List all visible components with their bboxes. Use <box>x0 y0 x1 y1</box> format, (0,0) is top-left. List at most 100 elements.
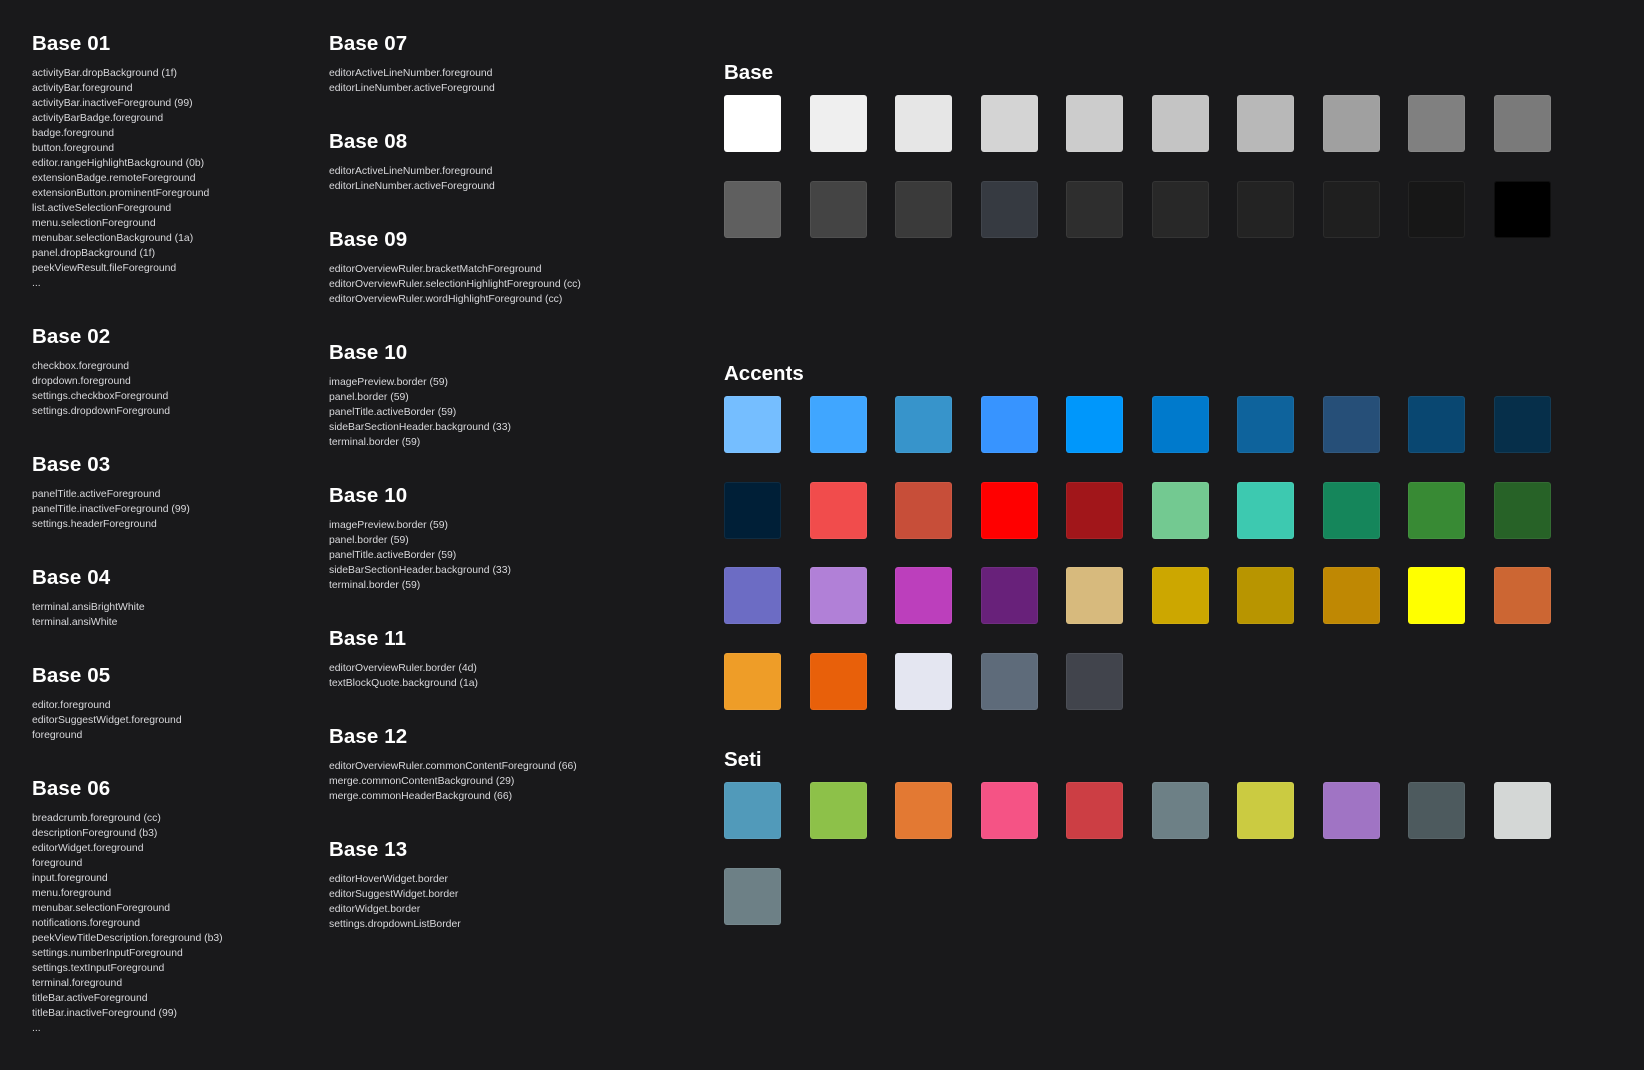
color-swatch <box>980 782 1038 839</box>
token-list: editorOverviewRuler.border (4d) textBlock… <box>329 661 478 691</box>
token-list: editorActiveLineNumber.foreground editorL… <box>329 66 495 96</box>
token-list: terminal.ansiBrightWhite terminal.ansiWhi… <box>32 600 145 630</box>
group-title: Base 13 <box>329 838 408 861</box>
token-group: Base 02 checkbox.foreground dropdown.foreg… <box>32 325 170 417</box>
token-name: panel.border (59) <box>329 392 409 403</box>
token-name: titleBar.activeForeground <box>32 993 148 1004</box>
token-name: activityBarBadge.foreground <box>32 113 164 124</box>
color-swatch <box>980 95 1038 152</box>
token-group: Base 07 editorActiveLineNumber.foreground… <box>329 32 495 94</box>
group-title: Base 07 <box>329 32 408 55</box>
token-group: Base 01 activityBar.dropBackground (1f) ac… <box>32 32 209 289</box>
token-name: button.foreground <box>32 143 115 154</box>
token-name: titleBar.inactiveForeground (99) <box>32 1008 177 1019</box>
token-group: Base 05 editor.foreground editorSuggestWid… <box>32 664 182 741</box>
token-name: activityBar.dropBackground (1f) <box>32 68 177 79</box>
token-name: extensionBadge.remoteForeground <box>32 173 196 184</box>
color-swatch <box>1151 95 1209 152</box>
token-name: imagePreview.border (59) <box>329 520 448 531</box>
token-name: extensionButton.prominentForeground <box>32 188 210 199</box>
token-list: editorOverviewRuler.bracketMatchForegrou… <box>329 262 581 307</box>
group-title: Base 12 <box>329 725 408 748</box>
color-swatch <box>1151 396 1209 453</box>
token-name: foreground <box>32 858 83 869</box>
token-name: activityBar.inactiveForeground (99) <box>32 98 193 109</box>
token-name: textBlockQuote.background (1a) <box>329 678 479 689</box>
token-name: editorOverviewRuler.commonContentForegro… <box>329 761 577 772</box>
token-name: settings.dropdownForeground <box>32 406 171 417</box>
color-swatch <box>895 567 952 624</box>
token-name: descriptionForeground (b3) <box>32 828 158 839</box>
group-title: Base 09 <box>329 228 408 251</box>
color-swatch <box>895 481 952 539</box>
color-swatch <box>1493 180 1551 238</box>
color-swatch <box>895 95 952 152</box>
group-title: Base 06 <box>32 777 111 800</box>
token-list: checkbox.foreground dropdown.foreground se… <box>32 359 170 419</box>
color-swatch <box>724 652 781 710</box>
group-title: Base 10 <box>329 341 408 364</box>
color-swatch <box>1237 481 1294 539</box>
color-swatch <box>895 396 952 453</box>
token-name: sideBarSectionHeader.background (33) <box>329 422 511 433</box>
token-name: peekViewTitleDescription.foreground (b3) <box>32 933 223 944</box>
color-swatch <box>724 396 781 453</box>
token-list: panelTitle.activeForeground panelTitle.in… <box>32 487 190 532</box>
color-swatch <box>1408 180 1465 238</box>
color-swatch <box>1151 567 1209 624</box>
token-list: editor.foreground editorSuggestWidget.for… <box>32 698 182 743</box>
token-name: editorWidget.foreground <box>32 843 144 854</box>
token-name: menu.foreground <box>32 888 112 899</box>
token-name: panelTitle.inactiveForeground (99) <box>32 504 190 515</box>
token-name: breadcrumb.foreground (cc) <box>32 813 161 824</box>
token-name: panelTitle.activeForeground <box>32 489 161 500</box>
token-name: checkbox.foreground <box>32 361 130 372</box>
token-group: Base 03 panelTitle.activeForeground panelT… <box>32 453 190 530</box>
palette-title: Seti <box>724 748 762 771</box>
token-name: terminal.border (59) <box>329 437 421 448</box>
color-swatch <box>1322 782 1380 839</box>
token-name: ... <box>32 1023 41 1034</box>
token-list: editorOverviewRuler.commonContentForegro… <box>329 759 577 804</box>
color-swatch <box>1066 396 1123 453</box>
color-swatch <box>724 867 781 925</box>
token-name: editor.rangeHighlightBackground (0b) <box>32 158 205 169</box>
token-group: Base 12 editorOverviewRuler.commonContent… <box>329 725 577 802</box>
token-name: settings.checkboxForeground <box>32 391 169 402</box>
color-swatch <box>1322 567 1380 624</box>
color-swatch <box>1237 95 1294 152</box>
token-list: editorHoverWidget.border editorSuggestWid… <box>329 872 461 932</box>
color-swatch <box>1493 481 1551 539</box>
color-swatch <box>895 180 952 238</box>
token-name: editorOverviewRuler.selectionHighlightFo… <box>329 279 581 290</box>
token-name: dropdown.foreground <box>32 376 131 387</box>
color-swatch <box>1493 396 1551 453</box>
token-name: editorActiveLineNumber.foreground <box>329 68 493 79</box>
token-name: settings.textInputForeground <box>32 963 165 974</box>
token-name: notifications.foreground <box>32 918 141 929</box>
token-name: editorSuggestWidget.border <box>329 889 459 900</box>
token-name: menubar.selectionForeground <box>32 903 171 914</box>
group-title: Base 03 <box>32 453 111 476</box>
token-group: Base 09 editorOverviewRuler.bracketMatchF… <box>329 228 581 305</box>
color-swatch <box>1408 782 1465 839</box>
color-swatch <box>1151 782 1209 839</box>
token-name: editorLineNumber.activeForeground <box>329 181 495 192</box>
token-name: input.foreground <box>32 873 108 884</box>
token-name: settings.headerForeground <box>32 519 157 530</box>
color-swatch <box>1408 567 1465 624</box>
color-swatch <box>1408 95 1465 152</box>
color-swatch <box>1237 567 1294 624</box>
color-swatch <box>1493 782 1551 839</box>
token-name: panelTitle.activeBorder (59) <box>329 550 457 561</box>
color-swatch <box>1066 95 1123 152</box>
token-name: editorOverviewRuler.bracketMatchForegrou… <box>329 264 542 275</box>
token-name: editorHoverWidget.border <box>329 874 448 885</box>
color-swatch <box>724 180 781 238</box>
color-swatch <box>724 95 781 152</box>
color-swatch <box>809 782 867 839</box>
color-swatch <box>1066 567 1123 624</box>
palette-title: Base <box>724 61 774 84</box>
token-name: editorOverviewRuler.border (4d) <box>329 663 477 674</box>
token-name: imagePreview.border (59) <box>329 377 448 388</box>
